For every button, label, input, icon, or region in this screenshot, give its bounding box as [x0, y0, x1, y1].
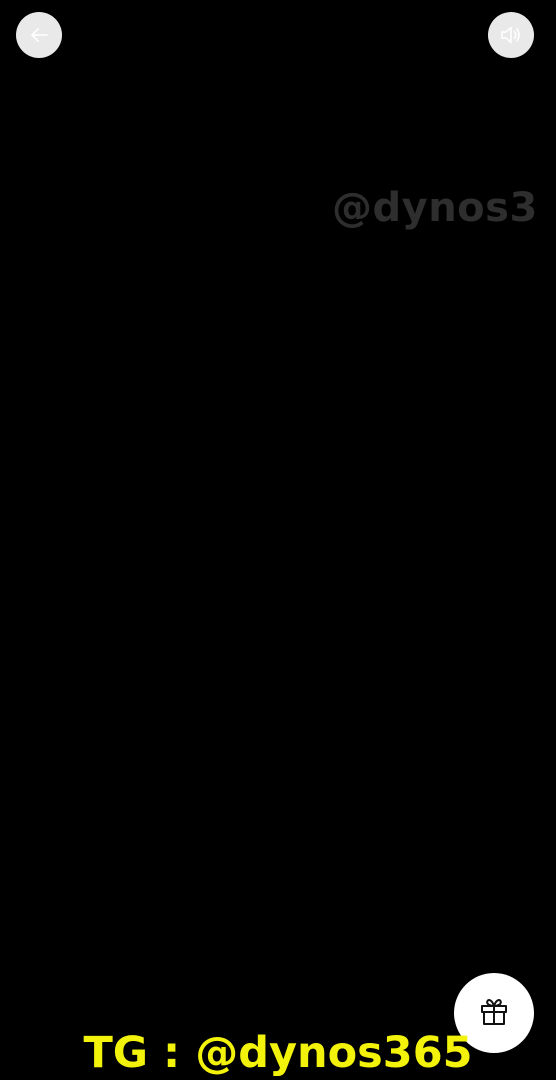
arrow-left-icon	[27, 23, 51, 47]
watermark-text: @dynos3	[332, 185, 538, 231]
speaker-icon	[498, 22, 524, 48]
back-button[interactable]	[16, 12, 62, 58]
video-player-screen: @dynos3 TG : @dynos365	[0, 0, 556, 1080]
telegram-caption: TG : @dynos365	[83, 1028, 473, 1078]
sound-button[interactable]	[488, 12, 534, 58]
